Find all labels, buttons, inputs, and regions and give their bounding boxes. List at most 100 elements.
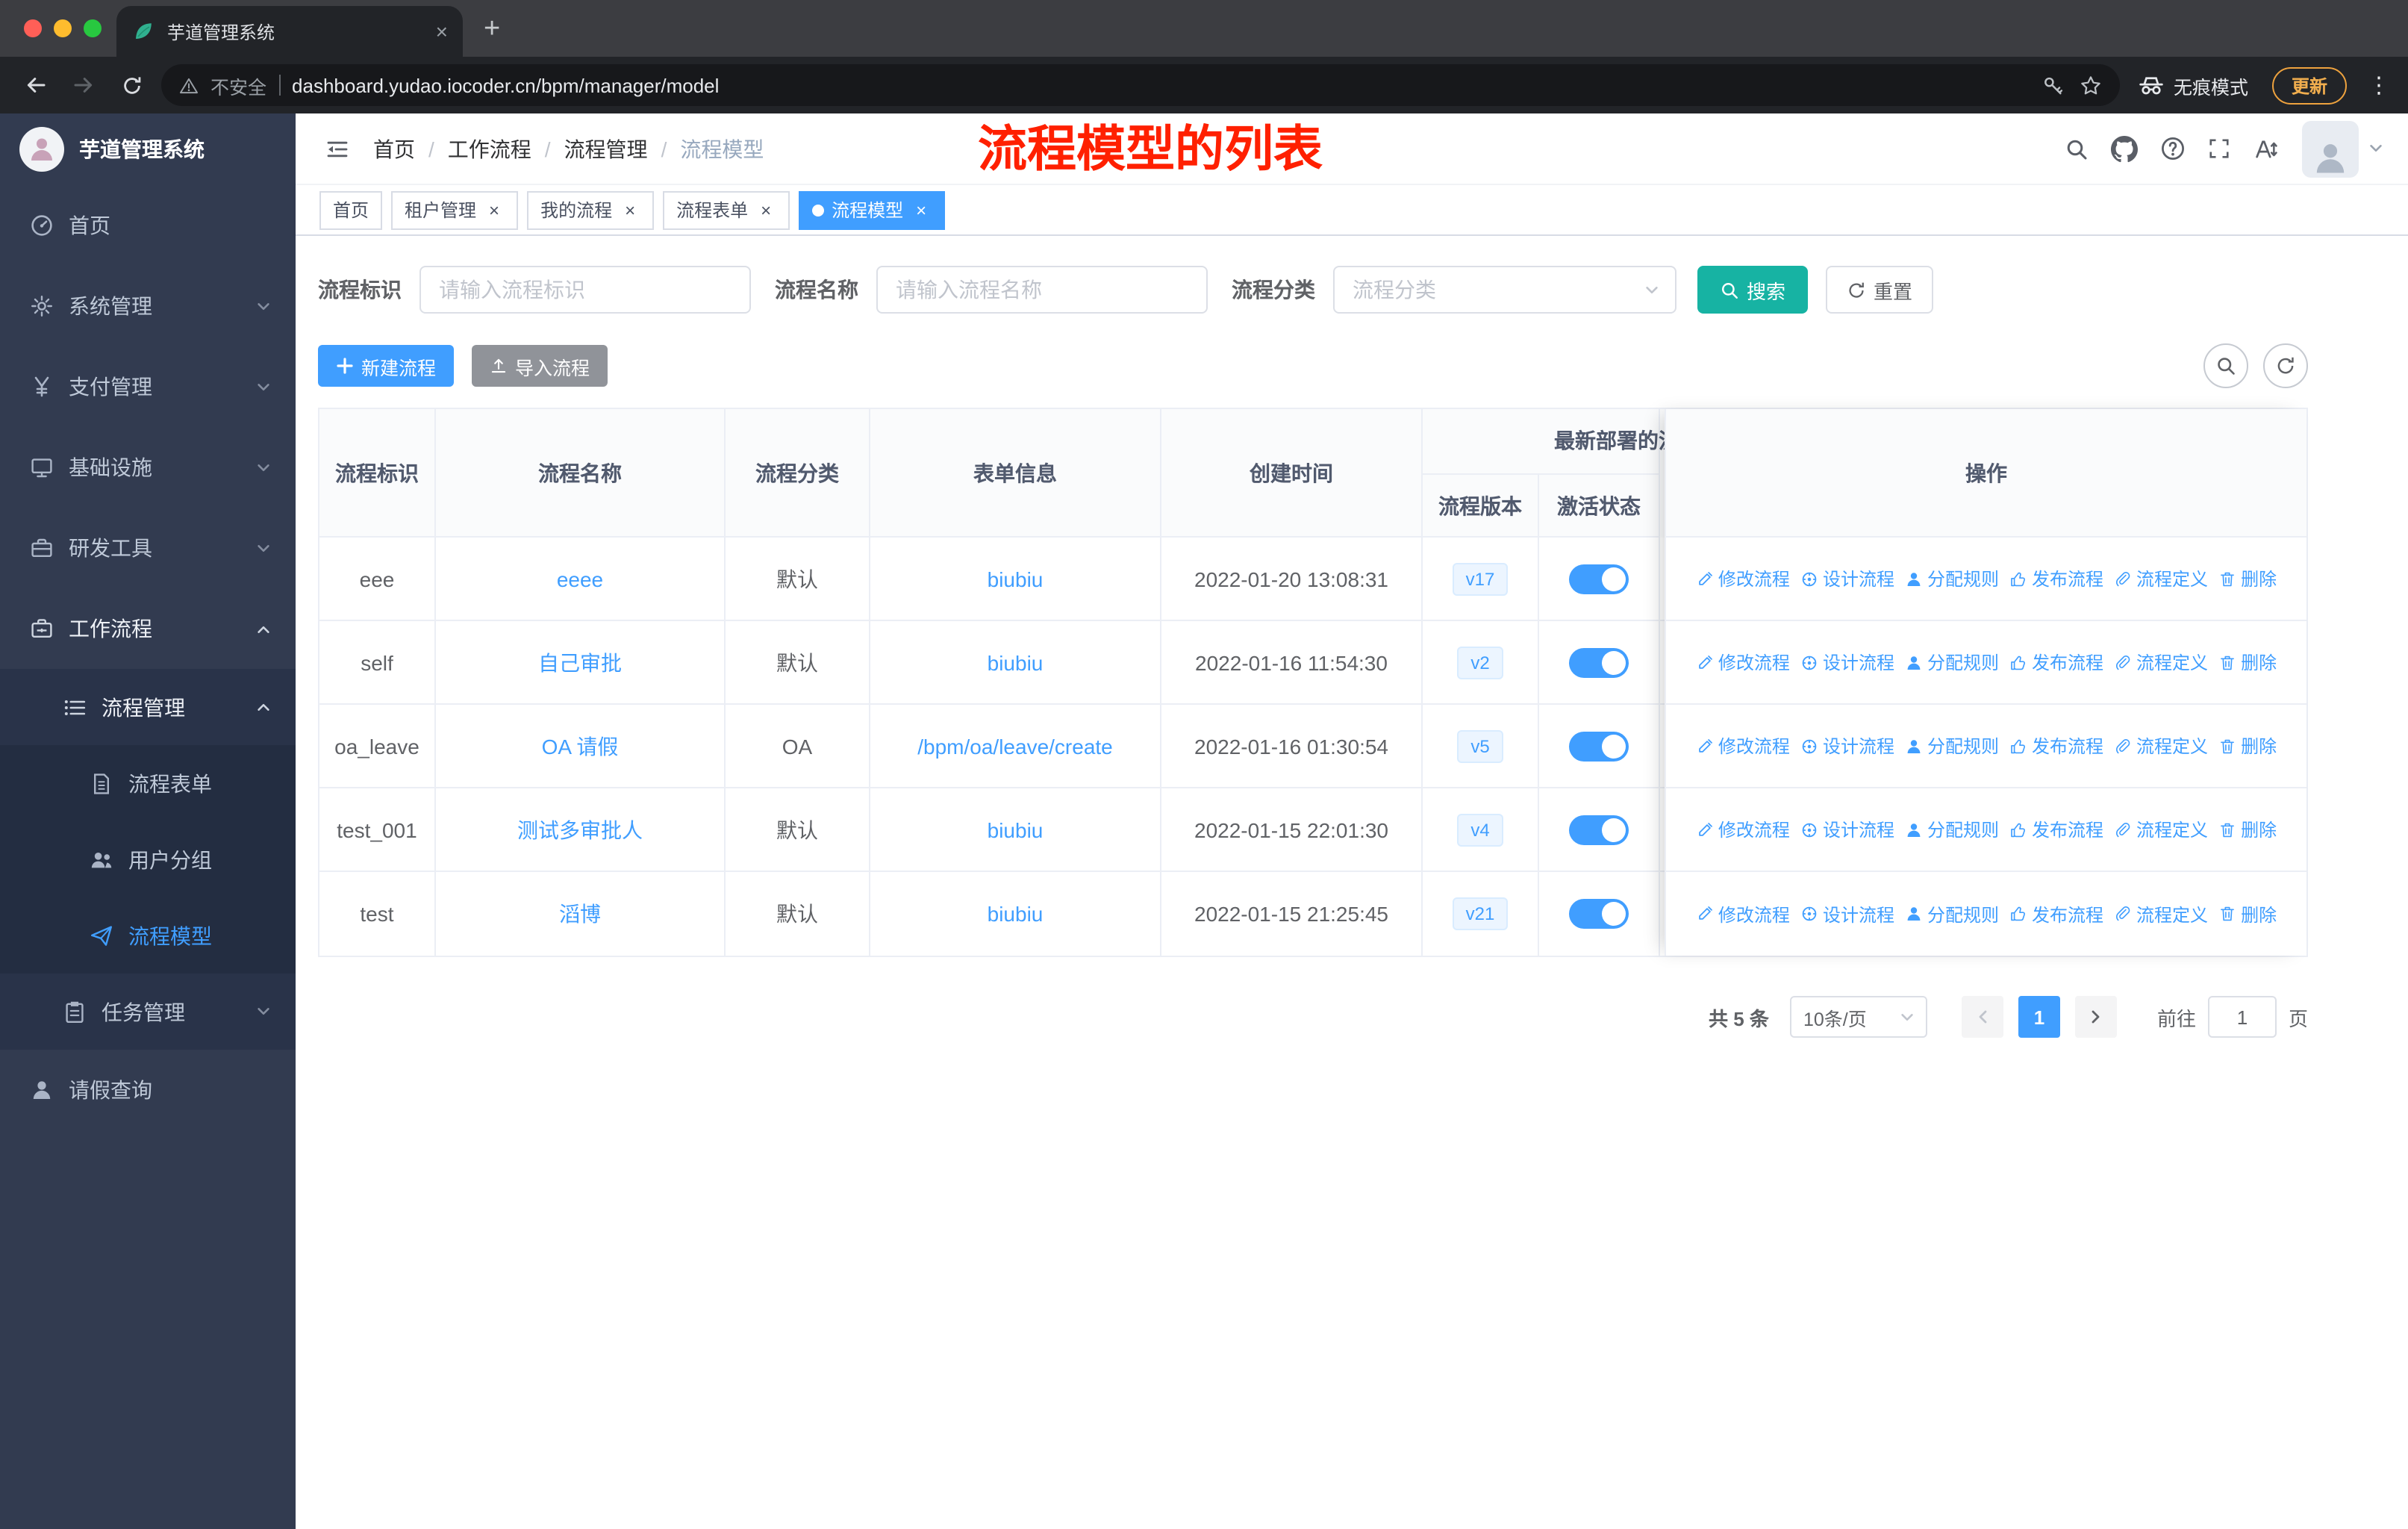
action-delete[interactable]: 删除 bbox=[2218, 901, 2277, 927]
app-logo[interactable]: 芋道管理系统 bbox=[0, 113, 296, 185]
action-publish[interactable]: 发布流程 bbox=[2009, 817, 2103, 842]
form-link[interactable]: /bpm/oa/leave/create bbox=[917, 734, 1113, 758]
active-toggle[interactable] bbox=[1569, 647, 1629, 677]
form-link[interactable]: biubiu bbox=[988, 902, 1044, 926]
action-definition[interactable]: 流程定义 bbox=[2114, 650, 2208, 675]
form-link[interactable]: biubiu bbox=[988, 818, 1044, 841]
sidebar-item-task-management[interactable]: 任务管理 bbox=[0, 974, 296, 1050]
breadcrumb-item[interactable]: 流程管理 bbox=[564, 134, 648, 164]
tag-home[interactable]: 首页 bbox=[319, 190, 383, 229]
fullscreen-icon[interactable] bbox=[2208, 137, 2230, 160]
sidebar-toggle-icon[interactable] bbox=[319, 131, 355, 166]
window-close-button[interactable] bbox=[24, 19, 42, 37]
action-edit[interactable]: 修改流程 bbox=[1696, 817, 1790, 842]
sidebar-item-user-group[interactable]: 用户分组 bbox=[0, 821, 296, 897]
create-model-button[interactable]: 新建流程 bbox=[318, 345, 455, 387]
tag-close-icon[interactable]: × bbox=[484, 199, 505, 220]
reload-button[interactable] bbox=[113, 67, 149, 103]
active-toggle[interactable] bbox=[1569, 564, 1629, 594]
bookmark-star-icon[interactable] bbox=[2080, 74, 2102, 96]
window-minimize-button[interactable] bbox=[54, 19, 72, 37]
window-zoom-button[interactable] bbox=[84, 19, 102, 37]
action-edit[interactable]: 修改流程 bbox=[1696, 733, 1790, 759]
action-definition[interactable]: 流程定义 bbox=[2114, 733, 2208, 759]
action-design[interactable]: 设计流程 bbox=[1800, 650, 1894, 675]
action-assign[interactable]: 分配规则 bbox=[1905, 901, 1999, 927]
sidebar-item-devtools[interactable]: 研发工具 bbox=[0, 508, 296, 588]
new-tab-button[interactable]: + bbox=[484, 13, 500, 46]
action-delete[interactable]: 删除 bbox=[2218, 817, 2277, 842]
sidebar-item-leave-query[interactable]: 请假查询 bbox=[0, 1050, 296, 1130]
next-page-button[interactable] bbox=[2074, 996, 2117, 1038]
action-design[interactable]: 设计流程 bbox=[1800, 566, 1894, 591]
action-edit[interactable]: 修改流程 bbox=[1696, 650, 1790, 675]
process-name-input[interactable] bbox=[876, 266, 1208, 314]
tag-tenant[interactable]: 租户管理 × bbox=[391, 190, 519, 229]
toggle-search-button[interactable] bbox=[2203, 343, 2248, 388]
action-definition[interactable]: 流程定义 bbox=[2114, 817, 2208, 842]
action-definition[interactable]: 流程定义 bbox=[2114, 901, 2208, 927]
tag-process-model[interactable]: 流程模型 × bbox=[799, 190, 946, 229]
model-name-link[interactable]: OA 请假 bbox=[542, 731, 619, 761]
browser-tab[interactable]: 芋道管理系统 × bbox=[116, 6, 463, 57]
action-delete[interactable]: 删除 bbox=[2218, 650, 2277, 675]
process-key-input[interactable] bbox=[419, 266, 751, 314]
sidebar-item-workflow[interactable]: 工作流程 bbox=[0, 588, 296, 669]
font-size-icon[interactable] bbox=[2253, 135, 2280, 162]
action-assign[interactable]: 分配规则 bbox=[1905, 733, 1999, 759]
model-name-link[interactable]: 自己审批 bbox=[538, 647, 622, 677]
browser-menu-icon[interactable]: ⋮ bbox=[2368, 72, 2390, 99]
action-publish[interactable]: 发布流程 bbox=[2009, 901, 2103, 927]
prev-page-button[interactable] bbox=[1961, 996, 2003, 1038]
model-name-link[interactable]: 测试多审批人 bbox=[517, 815, 643, 844]
github-icon[interactable] bbox=[2111, 135, 2138, 162]
page-size-select[interactable]: 10条/页 bbox=[1789, 996, 1927, 1038]
tag-close-icon[interactable]: × bbox=[755, 199, 776, 220]
tag-my-process[interactable]: 我的流程 × bbox=[527, 190, 655, 229]
sidebar-item-home[interactable]: 首页 bbox=[0, 185, 296, 266]
action-design[interactable]: 设计流程 bbox=[1800, 817, 1894, 842]
tag-close-icon[interactable]: × bbox=[911, 199, 932, 220]
breadcrumb-item[interactable]: 工作流程 bbox=[448, 134, 531, 164]
search-button[interactable]: 搜索 bbox=[1697, 266, 1809, 314]
tag-close-icon[interactable]: × bbox=[620, 199, 640, 220]
sidebar-item-process-form[interactable]: 流程表单 bbox=[0, 745, 296, 821]
current-page-button[interactable]: 1 bbox=[2018, 996, 2060, 1038]
active-toggle[interactable] bbox=[1569, 815, 1629, 844]
model-name-link[interactable]: 滔博 bbox=[559, 899, 601, 929]
user-menu[interactable] bbox=[2302, 120, 2384, 177]
sidebar-item-process-model[interactable]: 流程模型 bbox=[0, 897, 296, 974]
action-delete[interactable]: 删除 bbox=[2218, 733, 2277, 759]
tag-process-form[interactable]: 流程表单 × bbox=[663, 190, 790, 229]
goto-page-input[interactable] bbox=[2207, 996, 2277, 1038]
action-design[interactable]: 设计流程 bbox=[1800, 901, 1894, 927]
address-bar[interactable]: 不安全 dashboard.yudao.iocoder.cn/bpm/manag… bbox=[161, 64, 2120, 106]
back-button[interactable] bbox=[18, 67, 54, 103]
sidebar-item-infrastructure[interactable]: 基础设施 bbox=[0, 427, 296, 508]
browser-update-button[interactable]: 更新 bbox=[2271, 66, 2347, 104]
active-toggle[interactable] bbox=[1569, 731, 1629, 761]
action-delete[interactable]: 删除 bbox=[2218, 566, 2277, 591]
action-assign[interactable]: 分配规则 bbox=[1905, 817, 1999, 842]
action-publish[interactable]: 发布流程 bbox=[2009, 650, 2103, 675]
category-select[interactable]: 流程分类 bbox=[1333, 266, 1676, 314]
action-definition[interactable]: 流程定义 bbox=[2114, 566, 2208, 591]
refresh-table-button[interactable] bbox=[2263, 343, 2308, 388]
import-model-button[interactable]: 导入流程 bbox=[472, 345, 608, 387]
tab-close-icon[interactable]: × bbox=[436, 19, 448, 43]
action-edit[interactable]: 修改流程 bbox=[1696, 901, 1790, 927]
action-publish[interactable]: 发布流程 bbox=[2009, 733, 2103, 759]
form-link[interactable]: biubiu bbox=[988, 650, 1044, 674]
help-icon[interactable] bbox=[2160, 136, 2186, 161]
active-toggle[interactable] bbox=[1569, 899, 1629, 929]
password-key-icon[interactable] bbox=[2042, 74, 2065, 96]
action-design[interactable]: 设计流程 bbox=[1800, 733, 1894, 759]
sidebar-item-process-management[interactable]: 流程管理 bbox=[0, 669, 296, 745]
breadcrumb-item[interactable]: 首页 bbox=[373, 134, 415, 164]
form-link[interactable]: biubiu bbox=[988, 567, 1044, 591]
action-edit[interactable]: 修改流程 bbox=[1696, 566, 1790, 591]
action-assign[interactable]: 分配规则 bbox=[1905, 650, 1999, 675]
sidebar-item-payment[interactable]: 支付管理 bbox=[0, 346, 296, 427]
sidebar-item-system[interactable]: 系统管理 bbox=[0, 266, 296, 346]
action-assign[interactable]: 分配规则 bbox=[1905, 566, 1999, 591]
